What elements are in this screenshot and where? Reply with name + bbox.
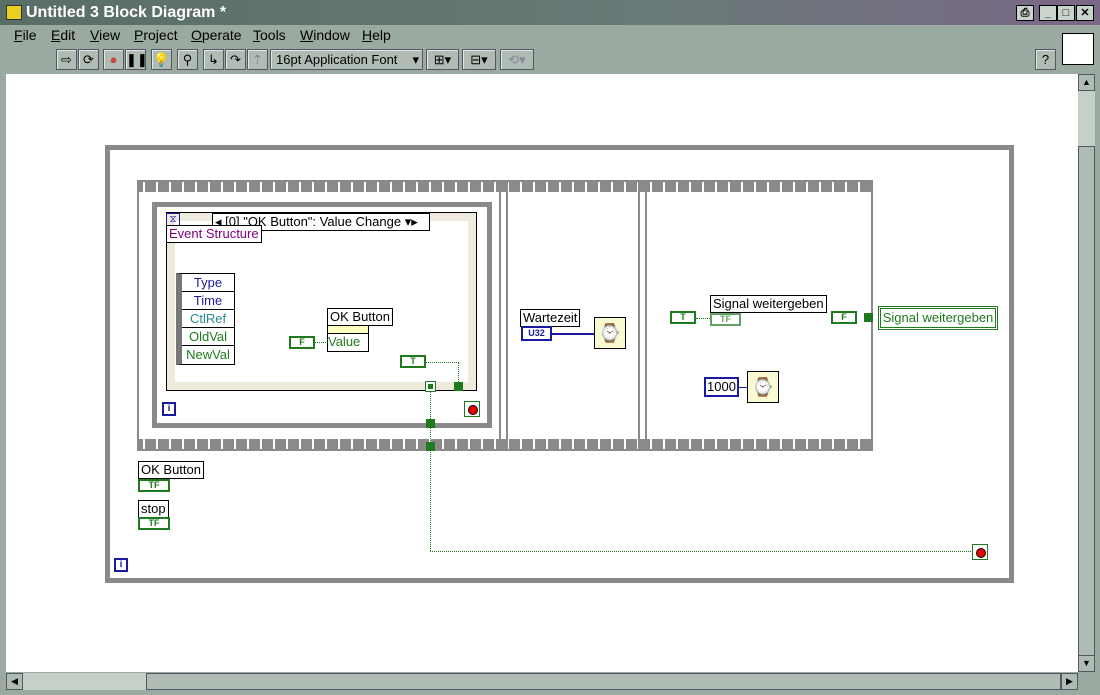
scroll-down-icon[interactable]: ▼ (1078, 655, 1095, 672)
wire (552, 333, 594, 335)
property-node-value: Value (328, 334, 361, 349)
labview-icon (6, 5, 22, 20)
reorder-icon[interactable]: ⟲▾ (500, 49, 534, 70)
retain-wire-values-icon[interactable]: ⚲ (177, 49, 198, 70)
inner-stop-terminal (464, 401, 480, 417)
wait-label: Wartezeit (520, 309, 581, 327)
vertical-scroll-thumb[interactable] (1078, 146, 1095, 672)
wire (739, 387, 747, 388)
menu-project[interactable]: Project (134, 27, 178, 43)
event-data-oldval: OldVal (182, 328, 234, 346)
true-constant: T (400, 355, 426, 368)
menu-help[interactable]: Help (362, 27, 391, 43)
tunnel (864, 313, 873, 322)
true-constant: T (670, 311, 696, 324)
step-into-icon[interactable]: ↳ (203, 49, 224, 70)
window-title: Untitled 3 Block Diagram * (26, 4, 227, 21)
menu-bar: File Edit View Project Operate Tools Win… (0, 26, 1060, 45)
run-continuously-icon[interactable]: ⟳ (78, 49, 99, 70)
event-data-type: Type (182, 274, 234, 292)
menu-window[interactable]: Window (300, 27, 350, 43)
wait-ms-icon: ⌚ (594, 317, 626, 349)
wire (315, 342, 328, 343)
signal-indicator: Signal weitergeben (878, 306, 998, 330)
step-out-icon[interactable]: ⇡ (247, 49, 268, 70)
local-variable: TF (710, 313, 741, 326)
help-icon[interactable]: ? (1035, 49, 1056, 70)
vertical-scrollbar[interactable]: ▲ ▼ (1078, 74, 1095, 672)
horizontal-scroll-thumb[interactable] (146, 673, 1061, 690)
pause-icon[interactable]: ❚❚ (125, 49, 148, 70)
tunnel (425, 381, 436, 392)
outer-stop-terminal (972, 544, 988, 560)
tunnel (454, 382, 463, 391)
title-bar: Untitled 3 Block Diagram * ⎙ _ □ ✕ (0, 0, 1100, 25)
property-node: Value (327, 325, 369, 352)
vi-icon (1062, 33, 1094, 65)
font-dropdown[interactable]: 16pt Application Font ▾ (270, 49, 423, 70)
scroll-right-icon[interactable]: ▶ (1061, 673, 1078, 690)
tunnel (426, 442, 435, 451)
ok-button-label: OK Button (138, 461, 204, 479)
menu-operate[interactable]: Operate (191, 27, 242, 43)
menu-view[interactable]: View (90, 27, 120, 43)
minimize-button[interactable]: _ (1039, 5, 1057, 21)
outer-iteration-terminal: i (114, 558, 128, 572)
wait-control-terminal: U32 (521, 326, 552, 341)
wait-ms-icon: ⌚ (747, 371, 779, 403)
event-data-time: Time (182, 292, 234, 310)
constant-1000: 1000 (704, 377, 739, 397)
event-data-newval: NewVal (186, 347, 230, 362)
false-constant: F (831, 311, 857, 324)
distribute-objects-icon[interactable]: ⊟▾ (462, 49, 496, 70)
inner-iteration-terminal: i (162, 402, 176, 416)
event-data-ctlref: CtlRef (182, 310, 234, 328)
property-node-label: OK Button (327, 308, 393, 326)
event-structure-label: Event Structure (166, 225, 262, 243)
wire (430, 391, 431, 551)
font-dropdown-value: 16pt Application Font (276, 52, 398, 67)
maximize-button[interactable]: □ (1057, 5, 1075, 21)
abort-icon[interactable]: ● (103, 49, 124, 70)
menu-tools[interactable]: Tools (253, 27, 286, 43)
stop-terminal: TF (138, 517, 170, 530)
scroll-up-icon[interactable]: ▲ (1078, 74, 1095, 91)
local-variable-label: Signal weitergeben (710, 295, 827, 313)
frame-divider (638, 182, 647, 449)
chevron-down-icon: ▾ (412, 52, 419, 67)
event-data-node: Type Time CtlRef OldVal NewVal (176, 273, 235, 365)
align-objects-icon[interactable]: ⊞▾ (426, 49, 459, 70)
wire (430, 551, 973, 552)
block-diagram-canvas[interactable]: i ⧖ ◂ [0] "OK Button": Value Change ▾▸ E… (6, 74, 1078, 672)
menu-edit[interactable]: Edit (51, 27, 75, 43)
wire (696, 318, 710, 319)
menu-file[interactable]: File (14, 27, 37, 43)
close-button[interactable]: ✕ (1076, 5, 1094, 21)
step-over-icon[interactable]: ↷ (225, 49, 246, 70)
stop-label: stop (138, 500, 169, 518)
print-button[interactable]: ⎙ (1016, 5, 1034, 21)
tunnel (426, 419, 435, 428)
horizontal-scrollbar[interactable]: ◀ ▶ (6, 673, 1078, 690)
highlight-execution-icon[interactable]: 💡 (151, 49, 172, 70)
scroll-left-icon[interactable]: ◀ (6, 673, 23, 690)
frame-divider (499, 182, 508, 449)
ok-button-terminal: TF (138, 479, 170, 492)
false-constant: F (289, 336, 315, 349)
run-arrow-icon[interactable]: ⇨ (56, 49, 77, 70)
